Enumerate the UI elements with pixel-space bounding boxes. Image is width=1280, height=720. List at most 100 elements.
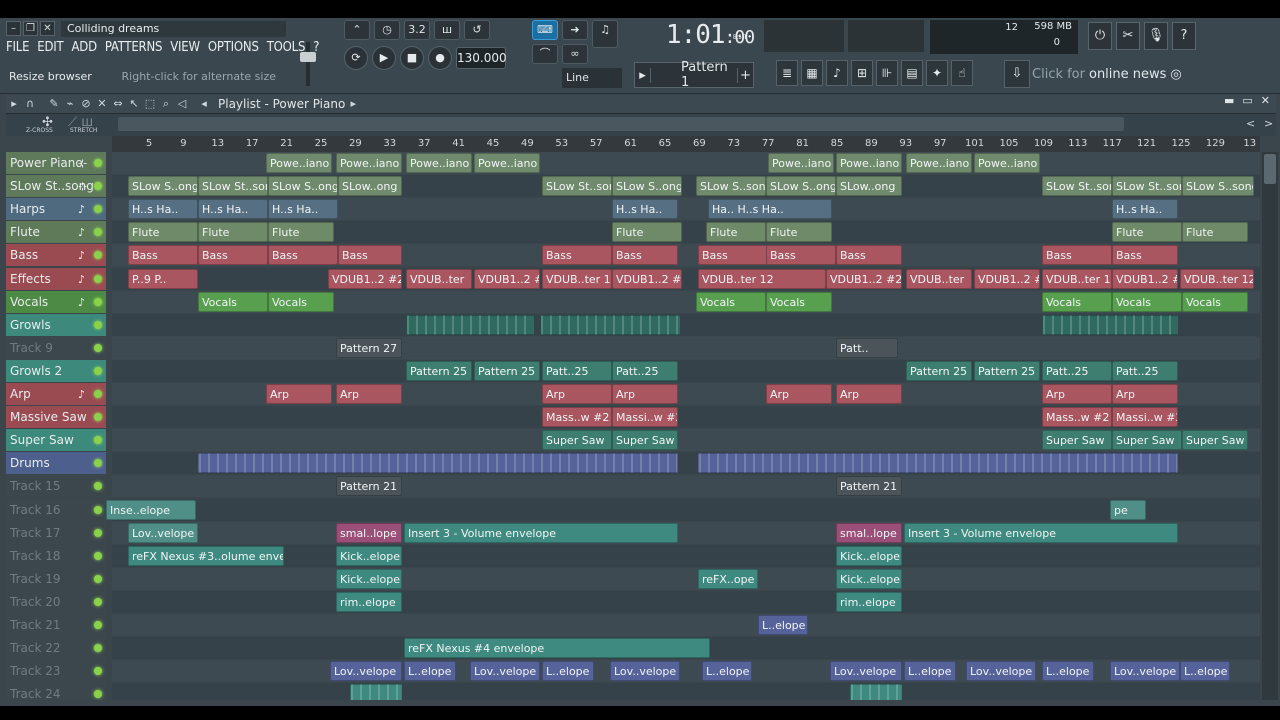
playlist-clip[interactable]: Kick..elope	[336, 545, 402, 566]
playlist-clip[interactable]: Vocals	[766, 291, 832, 312]
playlist-clip[interactable]: VDUB..ter 1	[1042, 268, 1112, 289]
playlist-clip[interactable]: Bass	[1112, 245, 1178, 266]
menu-patterns[interactable]: PATTERNS	[105, 40, 163, 55]
playlist-clip[interactable]: reFX Nexus #3..olume envelope	[128, 545, 284, 566]
playlist-clip[interactable]: SLow S..son	[696, 176, 766, 197]
playlist-clip[interactable]: Patt..25	[612, 360, 678, 381]
typing-keyboard-icon[interactable]: ⌨	[532, 20, 558, 40]
playlist-clip[interactable]: Flute	[268, 222, 334, 243]
track-lane[interactable]: reFX Nexus #3..olume envelope Kick..elope…	[112, 544, 1260, 567]
track-enable-led[interactable]	[94, 320, 102, 329]
playlist-clip[interactable]	[1042, 314, 1178, 335]
delete-icon[interactable]: ⊘	[78, 97, 94, 110]
track-enable-led[interactable]	[94, 366, 102, 375]
playlist-clip[interactable]: Pattern 21	[836, 476, 902, 497]
track-enable-led[interactable]	[94, 205, 102, 214]
playlist-clip[interactable]: Powe..iano	[768, 153, 834, 173]
playlist-clip[interactable]: Insert 3 - Volume envelope	[904, 522, 1178, 543]
playlist-clip[interactable]: VDUB..ter 12	[698, 268, 826, 289]
slice-icon[interactable]: ↖	[126, 97, 142, 110]
playlist-clip[interactable]: Arp	[1112, 384, 1178, 404]
track-header[interactable]: Drums	[6, 452, 106, 475]
playlist-clip[interactable]: H..s Ha..	[268, 199, 338, 220]
track-header[interactable]: Effects ♪	[6, 267, 106, 290]
track-lane[interactable]: P..9 P..VDUB1..2 #2VDUB..terVDUB1..2 #2V…	[112, 267, 1260, 290]
track-enable-led[interactable]	[94, 528, 102, 537]
playlist-clip[interactable]: reFX..ope	[698, 568, 758, 589]
playlist-clip[interactable]: Bass	[836, 245, 902, 266]
playlist-clip[interactable]: Patt..25	[1112, 360, 1178, 381]
track-enable-led[interactable]	[94, 644, 102, 653]
playlist-clip[interactable]: SLow S..ong	[128, 176, 198, 197]
playlist-clip[interactable]: Vocals	[1182, 291, 1248, 312]
track-header[interactable]: SLow St..song ⊹	[6, 175, 106, 198]
track-enable-led[interactable]	[94, 551, 102, 560]
playlist-clip[interactable]: Powe..iano	[974, 153, 1040, 173]
playlist-clip[interactable]: Bass	[128, 245, 198, 266]
playlist-clip[interactable]: Super Saw	[542, 430, 612, 451]
playlist-clip[interactable]: Ha.. H..s Ha..	[708, 199, 832, 220]
countdown-icon[interactable]: 3.2	[404, 20, 430, 40]
record-button[interactable]: ●	[428, 46, 452, 70]
brush-icon[interactable]: ⌁	[62, 97, 78, 110]
playlist-clip[interactable]: Flute	[766, 222, 832, 243]
track-lane[interactable]: Pattern 25 Pattern 25 Patt..25 Patt..25 Patt…	[112, 359, 1260, 382]
menu-options[interactable]: OPTIONS	[208, 40, 259, 55]
track-lane[interactable]: Mass..w #2 Massi..w #2 Mass..w #2 Massi..w …	[112, 406, 1260, 429]
playlist-clip[interactable]: Inse..elope	[106, 499, 196, 520]
track-lane[interactable]: SLow S..ong SLow St..son SLow S..ong SLow..…	[112, 175, 1260, 198]
track-enable-led[interactable]	[94, 182, 102, 191]
track-enable-led[interactable]	[94, 297, 102, 306]
track-header[interactable]: Track 9	[6, 336, 106, 359]
playlist-clip[interactable]: H..s Ha..	[198, 199, 268, 220]
playlist-clip[interactable]: H..s Ha..	[612, 199, 678, 220]
pattern-selector[interactable]: ▸ Pattern 1 +	[634, 60, 754, 90]
playlist-clip[interactable]: Arp	[1042, 384, 1112, 404]
online-news-button[interactable]: Click for online news ◎	[1032, 60, 1188, 88]
track-enable-led[interactable]	[94, 436, 102, 445]
track-enable-led[interactable]	[94, 390, 102, 398]
scroll-left-icon[interactable]: <	[1246, 117, 1255, 130]
playlist-clip[interactable]: Flute	[612, 222, 682, 243]
playlist-clip[interactable]: VDUB..ter 1	[542, 268, 612, 289]
menu-view[interactable]: VIEW	[170, 40, 200, 55]
track-enable-led[interactable]	[94, 597, 102, 606]
playlist-clip[interactable]: Kick..elope	[836, 545, 902, 566]
playlist-clip[interactable]: SLow..ong	[338, 176, 402, 197]
playlist-clip[interactable]: Pattern 21	[336, 476, 402, 497]
playlist-clip[interactable]: Patt..	[836, 337, 898, 358]
playlist-clip[interactable]: SLow S..ong	[612, 176, 682, 197]
playlist-clip[interactable]: H..s Ha..	[1112, 199, 1178, 220]
track-enable-led[interactable]	[94, 159, 102, 167]
playlist-clip[interactable]: VDUB1..2 #2	[328, 268, 402, 289]
playlist-clip[interactable]: Pattern 25	[974, 360, 1040, 381]
playlist-clip[interactable]: Kick..elope	[336, 568, 402, 589]
track-header[interactable]: Track 20	[6, 590, 106, 613]
playlist-clip[interactable]: VDUB..ter 12	[1180, 268, 1254, 289]
track-lane[interactable]: Powe..iano Powe..iano Powe..iano Powe..iano…	[112, 152, 1260, 174]
track-header[interactable]: Massive Saw	[6, 406, 106, 429]
snap-select[interactable]: Line	[562, 68, 622, 88]
track-lane[interactable]: Bass Bass Bass Bass Bass Bass Bass Bass Bass Bass…	[112, 244, 1260, 267]
track-header[interactable]: Track 21	[6, 614, 106, 636]
pattern-add-icon[interactable]: +	[737, 67, 753, 83]
track-lane[interactable]: Arp Arp Arp Arp Arp Arp Arp Arp	[112, 383, 1260, 405]
track-header[interactable]: Track 15	[6, 475, 106, 498]
master-volume-slider[interactable]	[300, 52, 316, 62]
track-header[interactable]: Growls	[6, 313, 106, 336]
menu-add[interactable]: ADD	[71, 40, 97, 55]
track-lane[interactable]: Super Saw Super Saw Super Saw Super Saw Supe…	[112, 429, 1260, 452]
track-lane[interactable]: Lov..velope L..elope Lov..velope L..elope Lo…	[112, 660, 1260, 683]
playlist-clip[interactable]: Super Saw	[1182, 430, 1248, 451]
playlist-clip[interactable]: Bass	[268, 245, 338, 266]
playlist-clip[interactable]: L..elope	[404, 661, 456, 682]
mixer-icon[interactable]: ⊪	[876, 60, 898, 86]
playlist-clip[interactable]: Insert 3 - Volume envelope	[404, 522, 678, 543]
vertical-scrollbar[interactable]	[1262, 152, 1278, 700]
playlist-clip[interactable]: Bass	[338, 245, 402, 266]
playlist-clip[interactable]: Bass	[1042, 245, 1112, 266]
playlist-clip[interactable]: Lov..velope	[128, 522, 198, 543]
playlist-clip[interactable]: Powe..iano	[266, 153, 332, 173]
magnet-icon[interactable]: ∩	[22, 97, 38, 110]
scroll-right-icon[interactable]: >	[1264, 117, 1273, 130]
